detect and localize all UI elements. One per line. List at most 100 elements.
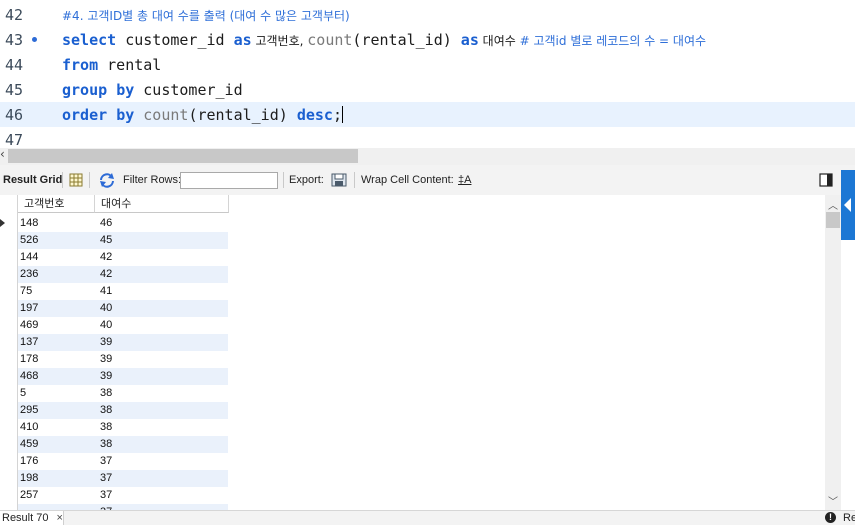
cell-customer-no[interactable]: 236 — [20, 266, 38, 283]
info-icon[interactable]: ! — [825, 512, 836, 523]
cell-customer-no[interactable]: 295 — [20, 402, 38, 419]
cell-rental-count[interactable]: 41 — [100, 283, 112, 300]
keyword-as: as — [233, 31, 252, 49]
grid-vertical-scrollbar[interactable]: ︿ ﹀ — [825, 195, 841, 510]
table-row[interactable]: 197 40 — [18, 300, 228, 317]
cell-rental-count[interactable]: 37 — [100, 470, 112, 487]
line-number: 44 — [5, 56, 24, 74]
export-icon[interactable] — [331, 172, 349, 191]
table-row[interactable]: 295 38 — [18, 402, 228, 419]
code-line-42[interactable]: 42 #4. 고객ID별 총 대여 수를 출력 (대여 수 많은 고객부터) — [0, 2, 855, 27]
result-grid-tab[interactable]: Result Grid — [3, 174, 62, 186]
cell-rental-count[interactable]: 38 — [100, 436, 112, 453]
editor-horizontal-scrollbar[interactable]: ‹ — [0, 147, 855, 165]
table-row[interactable]: 459 38 — [18, 436, 228, 453]
right-tab-label[interactable]: Re — [843, 511, 855, 525]
table-row[interactable]: 176 37 — [18, 453, 228, 470]
cell-rental-count[interactable]: 38 — [100, 385, 112, 402]
scroll-left-icon[interactable]: ‹ — [0, 147, 5, 161]
cell-rental-count[interactable]: 40 — [100, 317, 112, 334]
divider — [62, 172, 63, 188]
filter-rows-input[interactable] — [180, 172, 278, 189]
column-header-rental-count[interactable]: 대여수 — [95, 195, 229, 213]
table-row[interactable]: 468 39 — [18, 368, 228, 385]
refresh-icon[interactable] — [98, 172, 116, 191]
keyword-by: by — [116, 81, 135, 99]
cell-rental-count[interactable]: 39 — [100, 368, 112, 385]
keyword-from: from — [62, 56, 99, 74]
table-row[interactable]: 410 38 — [18, 419, 228, 436]
line-number: 45 — [5, 81, 24, 99]
cell-customer-no[interactable]: 178 — [20, 351, 38, 368]
code-comment: #4. 고객ID별 총 대여 수를 출력 (대여 수 많은 고객부터) — [62, 9, 350, 23]
keyword-order: order — [62, 106, 108, 124]
column-header-customer-no[interactable]: 고객번호 — [18, 195, 95, 213]
cell-customer-no[interactable]: 144 — [20, 249, 38, 266]
code-line-47[interactable]: 47 — [0, 127, 855, 148]
table-row[interactable]: 75 41 — [18, 283, 228, 300]
sql-editor[interactable]: 42 #4. 고객ID별 총 대여 수를 출력 (대여 수 많은 고객부터) 4… — [0, 0, 855, 148]
cell-rental-count[interactable]: 38 — [100, 402, 112, 419]
result-tab-label: Result 70 — [2, 512, 49, 524]
line-number: 46 — [5, 106, 24, 124]
cell-customer-no[interactable]: 75 — [20, 283, 32, 300]
code-line-45[interactable]: 45 group by customer_id — [0, 77, 855, 102]
table-row[interactable]: 137 39 — [18, 334, 228, 351]
wrap-cell-icon[interactable]: ‡A — [458, 174, 471, 186]
scrollbar-thumb[interactable] — [826, 212, 840, 228]
panel-toggle-icon[interactable] — [819, 173, 833, 190]
statement-marker-icon — [32, 37, 37, 42]
cell-customer-no[interactable]: 137 — [20, 334, 38, 351]
cell-customer-no[interactable]: 176 — [20, 453, 38, 470]
scrollbar-thumb[interactable] — [8, 149, 358, 163]
table-row[interactable]: 257 37 — [18, 487, 228, 504]
close-icon[interactable]: × — [56, 512, 62, 524]
table-row[interactable]: 469 40 — [18, 317, 228, 334]
cell-rental-count[interactable]: 40 — [100, 300, 112, 317]
cell-customer-no[interactable]: 198 — [20, 470, 38, 487]
keyword-select: select — [62, 31, 117, 49]
code-line-44[interactable]: 44 from rental — [0, 52, 855, 77]
code-line-43[interactable]: 43 select customer_id as 고객번호, count(ren… — [0, 27, 855, 52]
function-count: count — [307, 31, 353, 49]
table-row[interactable]: 198 37 — [18, 470, 228, 487]
table-row[interactable]: 236 42 — [18, 266, 228, 283]
cell-customer-no[interactable]: 459 — [20, 436, 38, 453]
line-number: 42 — [5, 6, 24, 24]
table-row[interactable]: 5 38 — [18, 385, 228, 402]
scroll-up-icon[interactable]: ︿ — [828, 197, 838, 212]
cell-rental-count[interactable]: 39 — [100, 351, 112, 368]
cell-rental-count[interactable]: 37 — [100, 453, 112, 470]
filter-rows-label: Filter Rows: — [123, 174, 182, 186]
cell-customer-no[interactable]: 5 — [20, 385, 26, 402]
cell-customer-no[interactable]: 148 — [20, 215, 38, 232]
table-row[interactable]: 148 46 — [18, 215, 228, 232]
table-row[interactable]: 526 45 — [18, 232, 228, 249]
cell-rental-count[interactable]: 37 — [100, 487, 112, 504]
cell-rental-count[interactable]: 46 — [100, 215, 112, 232]
cell-rental-count[interactable]: 45 — [100, 232, 112, 249]
cell-rental-count[interactable]: 39 — [100, 334, 112, 351]
cell-customer-no[interactable]: 469 — [20, 317, 38, 334]
result-tab[interactable]: Result 70 × — [0, 511, 64, 525]
cell-customer-no[interactable]: 526 — [20, 232, 38, 249]
cell-customer-no[interactable]: 468 — [20, 368, 38, 385]
cell-rental-count[interactable]: 38 — [100, 419, 112, 436]
cell-customer-no[interactable]: 257 — [20, 487, 38, 504]
table-row[interactable]: 144 42 — [18, 249, 228, 266]
grid-view-icon[interactable] — [69, 173, 83, 190]
side-panel-tab[interactable] — [841, 170, 855, 240]
divider — [89, 172, 90, 188]
table-row[interactable]: 178 39 — [18, 351, 228, 368]
scroll-down-icon[interactable]: ﹀ — [828, 493, 838, 508]
result-grid[interactable]: 고객번호 대여수 148 46 526 45 144 42 236 42 75 41 197 40 46… — [0, 195, 841, 510]
cell-customer-no[interactable]: 410 — [20, 419, 38, 436]
cell-customer-no[interactable]: 197 — [20, 300, 38, 317]
divider — [283, 172, 284, 188]
function-count: count — [143, 106, 189, 124]
cell-rental-count[interactable]: 42 — [100, 266, 112, 283]
line-number: 43 — [5, 31, 24, 49]
code-line-46[interactable]: 46 order by count(rental_id) desc; — [0, 102, 855, 127]
result-toolbar: Result Grid Filter Rows: Export: Wrap Ce… — [0, 165, 855, 196]
cell-rental-count[interactable]: 42 — [100, 249, 112, 266]
